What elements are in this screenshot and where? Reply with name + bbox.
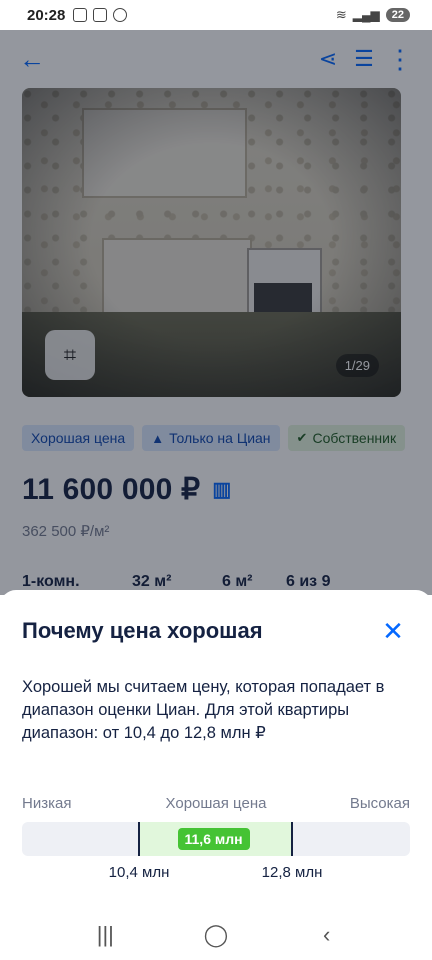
close-icon[interactable]: ✕ — [378, 616, 408, 646]
price-range-bar: 11,6 млн — [22, 822, 410, 856]
recent-apps-icon[interactable]: ||| — [85, 922, 125, 948]
status-time: 20:28 — [27, 6, 66, 24]
wifi-icon: ≋ — [335, 7, 347, 22]
sheet-title: Почему цена хорошая — [22, 618, 263, 643]
sheet-description: Хорошей мы считаем цену, которая попадае… — [22, 678, 385, 742]
shield-icon — [73, 8, 88, 22]
modal-backdrop[interactable] — [0, 30, 432, 595]
range-min-tick — [138, 822, 140, 856]
notification-icons — [73, 8, 128, 22]
range-max-tick — [291, 822, 293, 856]
home-icon[interactable]: ◯ — [196, 922, 236, 948]
scale-high-label: Высокая — [349, 795, 410, 812]
system-nav-bar: ||| ◯ ‹ — [0, 910, 432, 960]
battery-indicator: 22 — [385, 8, 410, 22]
back-icon[interactable]: ‹ — [307, 922, 347, 948]
screenshot-icon — [93, 8, 108, 22]
range-max-label: 12,8 млн — [261, 864, 323, 881]
signal-icon: ▂▄▆ — [352, 8, 380, 22]
status-bar: 20:28 ≋ ▂▄▆ 22 — [0, 0, 432, 30]
range-min-label: 10,4 млн — [108, 864, 170, 881]
telegram-icon — [113, 8, 128, 22]
range-bounds: 10,4 млн 12,8 млн — [22, 864, 410, 884]
current-price-badge: 11,6 млн — [177, 828, 250, 850]
price-explanation-sheet: Почему цена хорошая ✕ Хорошей мы считаем… — [0, 590, 432, 910]
